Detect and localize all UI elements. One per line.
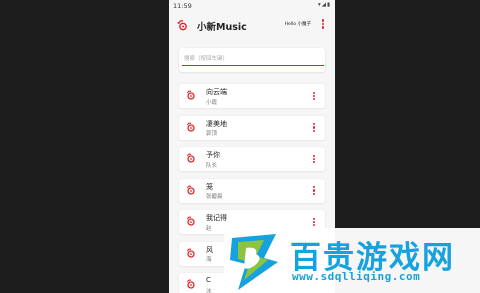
search-input[interactable] [182, 52, 324, 66]
song-title: 向云端 [206, 88, 227, 96]
music-disc-icon [186, 153, 195, 163]
status-icons: ▾◢▮ [317, 2, 331, 8]
list-item[interactable]: 凄美地 郭顶 [179, 115, 325, 140]
app-bar: 小新Music Hello 小魔子 [169, 11, 335, 39]
watermark-logo-icon [230, 234, 278, 290]
more-options-icon[interactable] [311, 216, 317, 228]
music-disc-icon [186, 279, 195, 289]
music-disc-icon [186, 90, 195, 100]
overflow-menu-icon[interactable] [319, 17, 327, 31]
music-disc-icon [186, 216, 195, 226]
song-artist: 队长 [206, 162, 218, 169]
watermark-banner: 百贵游戏网 www.sdqlliqing.com [224, 228, 480, 293]
song-title: 予你 [206, 151, 220, 159]
more-options-icon[interactable] [311, 153, 317, 165]
more-options-icon[interactable] [311, 122, 317, 134]
app-title: 小新Music [197, 22, 247, 33]
song-artist: 海 [206, 257, 212, 263]
status-time: 11:59 [173, 2, 192, 10]
status-bar: 11:59 ▾◢▮ [169, 0, 335, 11]
music-disc-icon [186, 122, 195, 132]
music-disc-icon [186, 248, 195, 258]
list-item[interactable]: 笼 张碧晨 [179, 178, 325, 203]
song-title: 我记得 [206, 214, 227, 222]
list-item[interactable]: 向云端 小霞 [179, 84, 325, 108]
more-options-icon[interactable] [311, 185, 317, 197]
app-logo-icon [177, 20, 187, 31]
search-card [179, 48, 325, 72]
song-title: 凄美地 [206, 119, 227, 128]
music-disc-icon [186, 185, 195, 195]
song-artist: 赵 [206, 225, 212, 232]
song-artist: 小霞 [206, 99, 218, 106]
user-greeting: Hello 小魔子 [284, 22, 311, 27]
song-title: C [206, 276, 211, 284]
song-artist: 沐 [206, 288, 212, 293]
song-artist: 郭顶 [206, 131, 218, 137]
list-item[interactable]: 予你 队长 [179, 147, 325, 171]
more-options-icon[interactable] [311, 90, 317, 102]
song-artist: 张碧晨 [206, 194, 223, 200]
song-title: 笼 [206, 182, 213, 191]
song-title: 风 [206, 245, 213, 254]
watermark-url: www.sdqlliqing.com [292, 270, 421, 283]
